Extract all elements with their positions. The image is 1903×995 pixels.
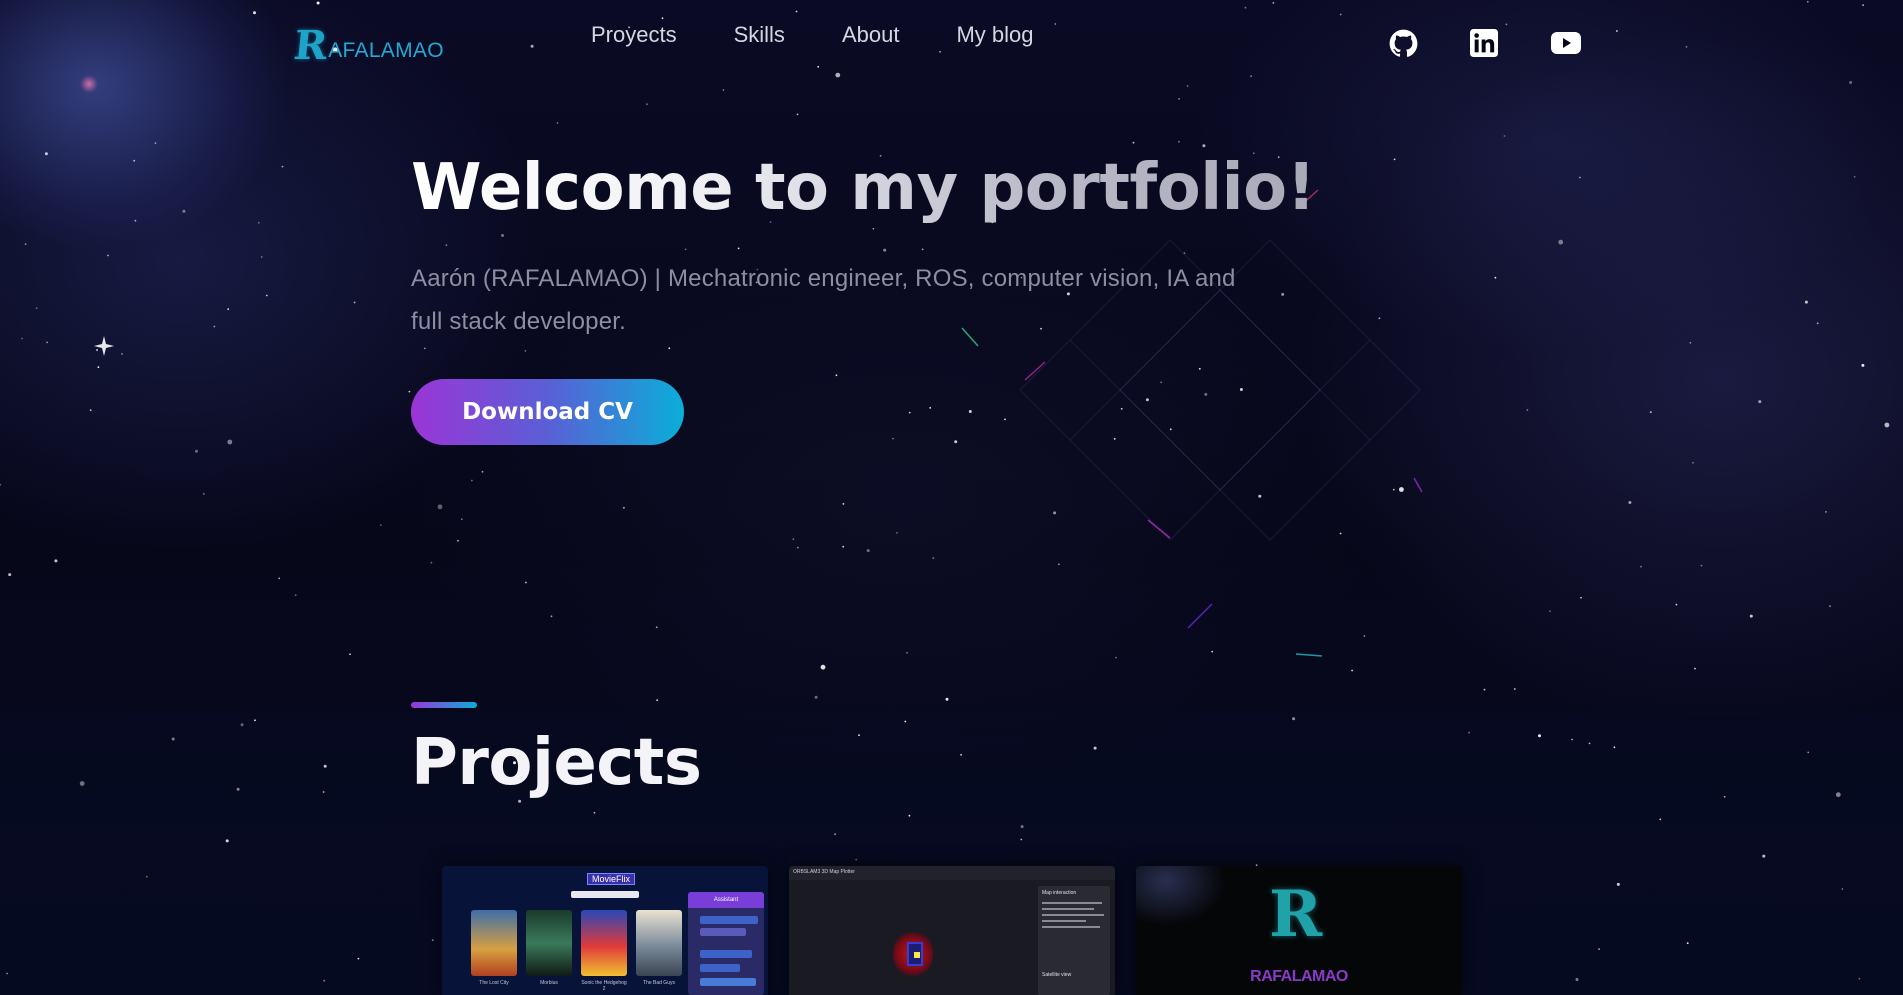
map-toolbar: ORBSLAM3 3D Map Plotter [789,866,1115,880]
hero-title: Welcome to my portfolio! [411,148,1316,228]
poster-lost-city [471,910,517,976]
site-logo[interactable]: R AFALAMAO [291,22,444,69]
map-side-subtitle: Satellite view [1042,972,1072,978]
chat-panel: Assistant [688,892,764,995]
poster-label: Morbius [540,980,558,986]
project-card-rafalamao[interactable]: R RAFALAMAO [1136,866,1462,995]
download-cv-button[interactable]: Download CV [411,379,684,445]
nav-link-skills[interactable]: Skills [734,22,785,48]
hero-subtitle: Aarón (RAFALAMAO) | Mechatronic engineer… [411,265,1236,335]
card-logo-text: RAFALAMAO [1250,968,1348,985]
movieflix-header: MovieFlix [587,873,636,885]
poster-label: Sonic the Hedgehog 2 [581,980,627,992]
nav-links: Proyects Skills About My blog [591,22,1033,48]
github-icon[interactable] [1388,28,1418,58]
map-side-title: Map interaction [1042,890,1077,896]
youtube-icon[interactable] [1551,28,1581,58]
chat-header: Assistant [688,892,764,908]
project-card-movieflix[interactable]: MovieFlix The Lost City Morbius Sonic th… [442,866,768,995]
poster-sonic [581,910,627,976]
card-logo-initial: R [1269,877,1323,952]
projects-title: Projects [411,726,702,800]
poster-morbius [526,910,572,976]
nav-link-blog[interactable]: My blog [956,22,1033,48]
movieflix-search-bar [571,891,639,898]
map-side-panel: Map interaction Satellite view [1038,886,1110,995]
map-header: ORBSLAM3 3D Map Plotter [793,869,855,875]
poster-label: The Lost City [479,980,509,986]
poster-label: The Bad Guys [643,980,675,986]
map-position-dot [914,952,920,958]
logo-initial: R [291,22,330,69]
nav-link-proyects[interactable]: Proyects [591,22,677,48]
section-accent-bar [411,702,477,708]
project-card-map-plotter[interactable]: ORBSLAM3 3D Map Plotter Map interaction … [789,866,1115,995]
linkedin-icon[interactable] [1469,28,1499,58]
logo-text: AFALAMAO [328,39,444,62]
top-navbar: R AFALAMAO Proyects Skills About My blog [0,0,1903,90]
nav-link-about[interactable]: About [842,22,900,48]
poster-bad-guys [636,910,682,976]
